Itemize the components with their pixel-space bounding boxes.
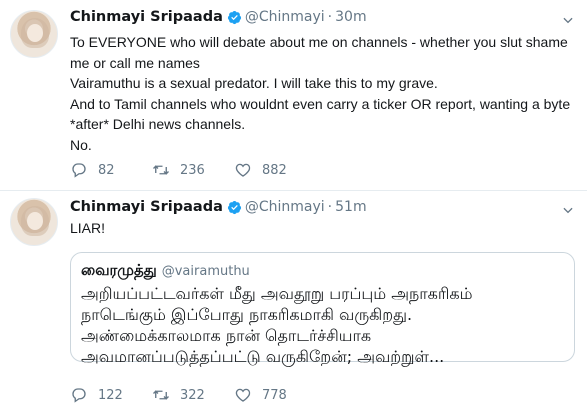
tweet-text-line: Vairamuthu is a sexual predator. I will …: [70, 75, 438, 91]
retweet-count: 322: [180, 387, 205, 403]
quoted-text-line: அண்மைக்காலமாக நான் தொடர்ச்சியாக: [81, 326, 372, 345]
avatar[interactable]: [10, 198, 58, 246]
verified-badge-icon: [227, 10, 241, 24]
author-handle[interactable]: @Chinmayi: [245, 199, 325, 215]
retweet-button[interactable]: 236: [152, 161, 234, 179]
retweet-icon: [153, 165, 169, 175]
like-button[interactable]: 778: [234, 386, 314, 404]
author-name[interactable]: Chinmayi Sripaada: [70, 199, 223, 215]
quoted-text-line: நாடெங்கும் இப்போது நாகரிகமாகி வருகிறது.: [81, 305, 413, 324]
tweet-timestamp[interactable]: 51m: [335, 199, 366, 215]
retweet-button[interactable]: 322: [152, 386, 234, 404]
tweet-actions: 122 322 778: [70, 386, 314, 404]
chevron-down-icon[interactable]: [561, 13, 575, 27]
tweet-header: Chinmayi Sripaada @Chinmayi · 51m: [70, 199, 367, 215]
tweet-timestamp[interactable]: 30m: [335, 9, 366, 25]
tweet[interactable]: Chinmayi Sripaada @Chinmayi · 30m To EVE…: [0, 0, 587, 191]
chevron-down-icon[interactable]: [561, 203, 575, 217]
separator-dot: ·: [327, 9, 333, 25]
tweet-text-line: *after* Delhi news channels.: [70, 116, 246, 132]
author-name[interactable]: Chinmayi Sripaada: [70, 9, 223, 25]
tweet-text-line: No.: [70, 136, 92, 153]
reply-button[interactable]: 122: [70, 386, 152, 404]
tweet-text: LIAR!: [70, 218, 575, 239]
reply-icon: [72, 163, 86, 178]
tweet-text-line: LIAR!: [70, 220, 106, 236]
tweet-header: Chinmayi Sripaada @Chinmayi · 30m: [70, 9, 367, 25]
reply-button[interactable]: 82: [70, 161, 152, 179]
author-handle[interactable]: @Chinmayi: [245, 9, 325, 25]
heart-icon: [235, 388, 251, 402]
reply-count: 82: [98, 162, 115, 178]
reply-count: 122: [98, 387, 123, 403]
separator-dot: ·: [327, 199, 333, 215]
reply-icon: [72, 388, 86, 403]
heart-icon: [235, 163, 251, 177]
quoted-author-handle: @vairamuthu: [161, 264, 250, 279]
verified-badge-icon: [227, 200, 241, 214]
tweet-text: To EVERYONE who will debate about me on …: [70, 32, 575, 155]
quoted-author-name: வைரமுத்து: [81, 261, 157, 279]
tweet[interactable]: Chinmayi Sripaada @Chinmayi · 51m LIAR! …: [0, 192, 587, 419]
tweet-text-line: me or call me names: [70, 54, 200, 71]
tweet-text-line: And to Tamil channels who wouldnt even c…: [70, 95, 571, 112]
quoted-text-line: அறியப்பட்டவர்கள் மீது அவதூறு பரப்பும் அந…: [81, 284, 473, 303]
quoted-tweet-header: வைரமுத்து @vairamuthu: [81, 261, 564, 281]
retweet-icon: [153, 390, 169, 400]
quoted-text-line: அவமானப்படுத்தப்பட்டு வருகிறேன்; அவற்றுள்…: [81, 347, 445, 366]
retweet-count: 236: [180, 162, 205, 178]
tweet-text-line: To EVERYONE who will debate about me on …: [70, 34, 568, 50]
tweet-actions: 82 236 882: [70, 161, 314, 179]
like-count: 778: [262, 387, 287, 403]
quoted-tweet-text: அறியப்பட்டவர்கள் மீது அவதூறு பரப்பும் அந…: [81, 283, 564, 367]
quoted-tweet[interactable]: வைரமுத்து @vairamuthu அறியப்பட்டவர்கள் ம…: [70, 252, 575, 366]
avatar[interactable]: [10, 10, 58, 58]
like-count: 882: [262, 162, 287, 178]
like-button[interactable]: 882: [234, 161, 314, 179]
